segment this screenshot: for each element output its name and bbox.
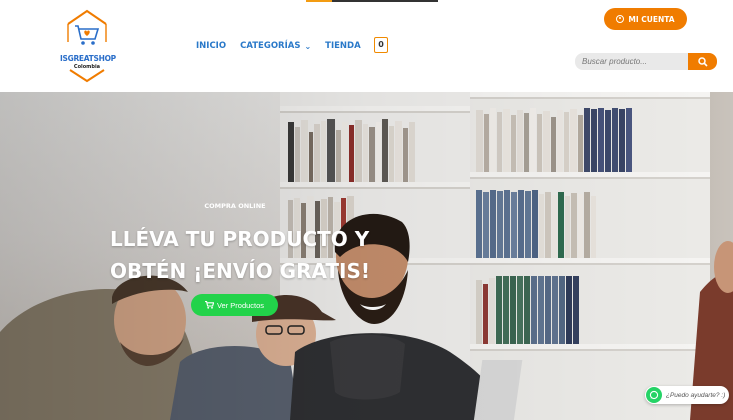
account-label: MI CUENTA bbox=[628, 14, 675, 24]
whatsapp-chat-button[interactable]: ¿Puedo ayudarte? :) bbox=[645, 386, 729, 404]
hero-banner: COMPRA ONLINE LLÉVA TU PRODUCTO Y OBTÉN … bbox=[0, 92, 733, 420]
nav-item-tienda[interactable]: TIENDA bbox=[325, 41, 361, 51]
whatsapp-icon bbox=[646, 387, 662, 403]
top-accent-orange bbox=[306, 0, 332, 2]
cart-icon[interactable]: 0 bbox=[374, 37, 388, 53]
chevron-down-icon: ⌄ bbox=[304, 41, 312, 51]
cart-icon bbox=[204, 301, 214, 309]
search-bar bbox=[575, 53, 717, 70]
site-logo[interactable]: ISGREATSHOP Colombia bbox=[60, 8, 116, 86]
top-accent-line bbox=[306, 0, 438, 2]
view-products-label: Ver Productos bbox=[216, 300, 265, 310]
search-button[interactable] bbox=[688, 53, 717, 70]
site-header: ISGREATSHOP Colombia INICIO CATEGORÍAS ⌄… bbox=[0, 0, 733, 92]
search-icon bbox=[697, 56, 708, 67]
nav-item-label: CATEGORÍAS bbox=[240, 41, 301, 51]
nav-item-label: INICIO bbox=[196, 41, 227, 51]
nav-item-label: TIENDA bbox=[325, 41, 361, 51]
whatsapp-label: ¿Puedo ayudarte? :) bbox=[666, 391, 726, 399]
hero-headline: LLÉVA TU PRODUCTO Y OBTÉN ¡ENVÍO GRATIS! bbox=[110, 223, 410, 287]
logo-sub: Colombia bbox=[73, 64, 101, 70]
nav-item-categorias[interactable]: CATEGORÍAS ⌄ bbox=[240, 41, 311, 51]
hero-headline-line2: OBTÉN ¡ENVÍO GRATIS! bbox=[110, 259, 371, 283]
view-products-button[interactable]: Ver Productos bbox=[191, 294, 278, 316]
hero-headline-line1: LLÉVA TU PRODUCTO Y bbox=[110, 227, 370, 251]
top-accent-dark bbox=[332, 0, 438, 2]
logo-graphic bbox=[67, 9, 107, 83]
account-button[interactable]: MI CUENTA bbox=[604, 8, 687, 30]
main-nav: INICIO CATEGORÍAS ⌄ TIENDA bbox=[196, 41, 375, 51]
nav-item-inicio[interactable]: INICIO bbox=[196, 41, 226, 51]
logo-name: ISGREATSHOP bbox=[60, 54, 116, 63]
hero-eyebrow: COMPRA ONLINE bbox=[204, 202, 266, 210]
search-input[interactable] bbox=[575, 53, 689, 70]
cart-count: 0 bbox=[378, 40, 384, 49]
user-icon bbox=[616, 15, 625, 23]
